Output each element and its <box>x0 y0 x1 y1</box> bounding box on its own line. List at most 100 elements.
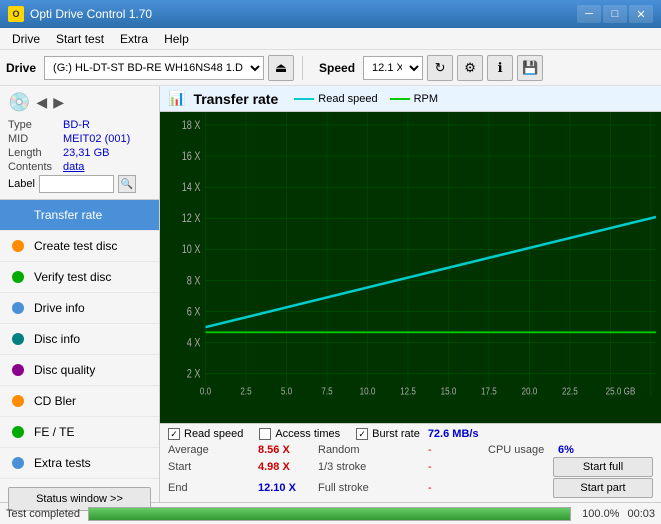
nav-dot-verify <box>12 271 24 283</box>
nav-extra-tests[interactable]: Extra tests <box>0 448 159 479</box>
stats-checkboxes: ✓ Read speed Access times ✓ Burst rate 7… <box>168 428 653 440</box>
legend-rpm: RPM <box>390 93 438 105</box>
menu-bar: Drive Start test Extra Help <box>0 28 661 50</box>
refresh-button[interactable]: ↻ <box>427 55 453 81</box>
legend-read-line <box>294 98 314 100</box>
window-controls: ─ □ ✕ <box>577 5 653 23</box>
svg-text:25.0 GB: 25.0 GB <box>606 386 636 397</box>
chart-legend: Read speed RPM <box>294 93 438 105</box>
chart-area: 18 X 16 X 14 X 12 X 10 X 8 X 6 X 4 X 2 X… <box>160 112 661 423</box>
label-label: Label <box>8 178 35 190</box>
menu-extra[interactable]: Extra <box>112 30 156 48</box>
nav-disc-quality[interactable]: Disc quality <box>0 355 159 386</box>
progress-container <box>88 507 571 521</box>
menu-drive[interactable]: Drive <box>4 30 48 48</box>
menu-start-test[interactable]: Start test <box>48 30 112 48</box>
nav-section: Transfer rate Create test disc Verify te… <box>0 200 159 479</box>
drive-select[interactable]: (G:) HL-DT-ST BD-RE WH16NS48 1.D3 <box>44 56 264 80</box>
maximize-button[interactable]: □ <box>603 5 627 23</box>
disc-arrow-left[interactable]: ◀ <box>36 94 47 111</box>
random-label: Random <box>318 444 388 456</box>
svg-text:15.0: 15.0 <box>441 386 457 397</box>
contents-value[interactable]: data <box>63 161 84 173</box>
nav-dot-extra <box>12 457 24 469</box>
cpu-value: 6% <box>558 444 658 456</box>
mid-label: MID <box>8 133 63 145</box>
minimize-button[interactable]: ─ <box>577 5 601 23</box>
progress-percent: 100.0% <box>579 508 619 520</box>
svg-text:12 X: 12 X <box>182 213 201 225</box>
speed-select[interactable]: 12.1 X <box>363 56 423 80</box>
type-label: Type <box>8 119 63 131</box>
contents-label: Contents <box>8 161 63 173</box>
nav-label-transfer: Transfer rate <box>34 208 102 222</box>
title-text: Opti Drive Control 1.70 <box>30 7 152 21</box>
svg-text:20.0: 20.0 <box>522 386 538 397</box>
main-area: 💿 ◀ ▶ Type BD-R MID MEIT02 (001) Length … <box>0 86 661 502</box>
nav-label-disc: Disc info <box>34 332 80 346</box>
close-button[interactable]: ✕ <box>629 5 653 23</box>
svg-text:10 X: 10 X <box>182 244 201 256</box>
chart-icon: 📊 <box>168 90 185 107</box>
app-icon: O <box>8 6 24 22</box>
svg-text:22.5: 22.5 <box>562 386 578 397</box>
svg-text:6 X: 6 X <box>187 307 201 319</box>
read-speed-checkbox[interactable]: ✓ Read speed <box>168 428 243 440</box>
nav-transfer-rate[interactable]: Transfer rate <box>0 200 159 231</box>
start-part-button[interactable]: Start part <box>553 478 653 498</box>
burst-rate-value: 72.6 MB/s <box>428 428 479 440</box>
settings-button[interactable]: ⚙ <box>457 55 483 81</box>
nav-fe-te[interactable]: FE / TE <box>0 417 159 448</box>
svg-text:4 X: 4 X <box>187 338 201 350</box>
stroke1-value: - <box>428 461 488 473</box>
nav-verify-test-disc[interactable]: Verify test disc <box>0 262 159 293</box>
disc-arrow-right[interactable]: ▶ <box>53 94 64 111</box>
legend-rpm-label: RPM <box>414 93 438 105</box>
speed-label: Speed <box>319 61 355 75</box>
nav-cd-bler[interactable]: CD Bler <box>0 386 159 417</box>
label-input[interactable] <box>39 175 114 193</box>
status-time: 00:03 <box>627 508 655 520</box>
average-value: 8.56 X <box>258 444 303 456</box>
nav-label-create: Create test disc <box>34 239 117 253</box>
access-times-checkbox[interactable]: Access times <box>259 428 340 440</box>
stats-row-average: Average 8.56 X Random - CPU usage 6% <box>168 444 653 456</box>
start-label: Start <box>168 461 213 473</box>
sidebar: 💿 ◀ ▶ Type BD-R MID MEIT02 (001) Length … <box>0 86 160 502</box>
chart-header: 📊 Transfer rate Read speed RPM <box>160 86 661 112</box>
menu-help[interactable]: Help <box>156 30 197 48</box>
stats-row-end: End 12.10 X Full stroke - Start part <box>168 478 653 498</box>
svg-text:8 X: 8 X <box>187 275 201 287</box>
save-button[interactable]: 💾 <box>517 55 543 81</box>
nav-dot-create <box>12 240 24 252</box>
legend-read-speed: Read speed <box>294 93 377 105</box>
start-full-button[interactable]: Start full <box>553 457 653 477</box>
nav-disc-info[interactable]: Disc info <box>0 324 159 355</box>
progress-bar <box>89 508 570 520</box>
toolbar-separator <box>302 56 303 80</box>
nav-drive-info[interactable]: Drive info <box>0 293 159 324</box>
eject-button[interactable]: ⏏ <box>268 55 294 81</box>
title-bar: O Opti Drive Control 1.70 ─ □ ✕ <box>0 0 661 28</box>
toolbar: Drive (G:) HL-DT-ST BD-RE WH16NS48 1.D3 … <box>0 50 661 86</box>
transfer-rate-chart: 18 X 16 X 14 X 12 X 10 X 8 X 6 X 4 X 2 X… <box>160 112 661 423</box>
length-value: 23,31 GB <box>63 147 109 159</box>
nav-label-verify: Verify test disc <box>34 270 111 284</box>
start-value: 4.98 X <box>258 461 303 473</box>
svg-text:16 X: 16 X <box>182 151 201 163</box>
nav-label-cdbler: CD Bler <box>34 394 76 408</box>
read-speed-check-icon: ✓ <box>168 428 180 440</box>
random-value: - <box>428 444 488 456</box>
drive-label: Drive <box>6 61 36 75</box>
label-icon-button[interactable]: 🔍 <box>118 175 136 193</box>
average-label: Average <box>168 444 213 456</box>
stats-area: ✓ Read speed Access times ✓ Burst rate 7… <box>160 423 661 502</box>
burst-rate-checkbox[interactable]: ✓ Burst rate 72.6 MB/s <box>356 428 478 440</box>
legend-rpm-line <box>390 98 410 100</box>
nav-dot-disc <box>12 333 24 345</box>
nav-label-drive: Drive info <box>34 301 85 315</box>
nav-create-test-disc[interactable]: Create test disc <box>0 231 159 262</box>
info-button[interactable]: ℹ <box>487 55 513 81</box>
end-label: End <box>168 482 213 494</box>
disc-icon: 💿 <box>8 92 30 113</box>
